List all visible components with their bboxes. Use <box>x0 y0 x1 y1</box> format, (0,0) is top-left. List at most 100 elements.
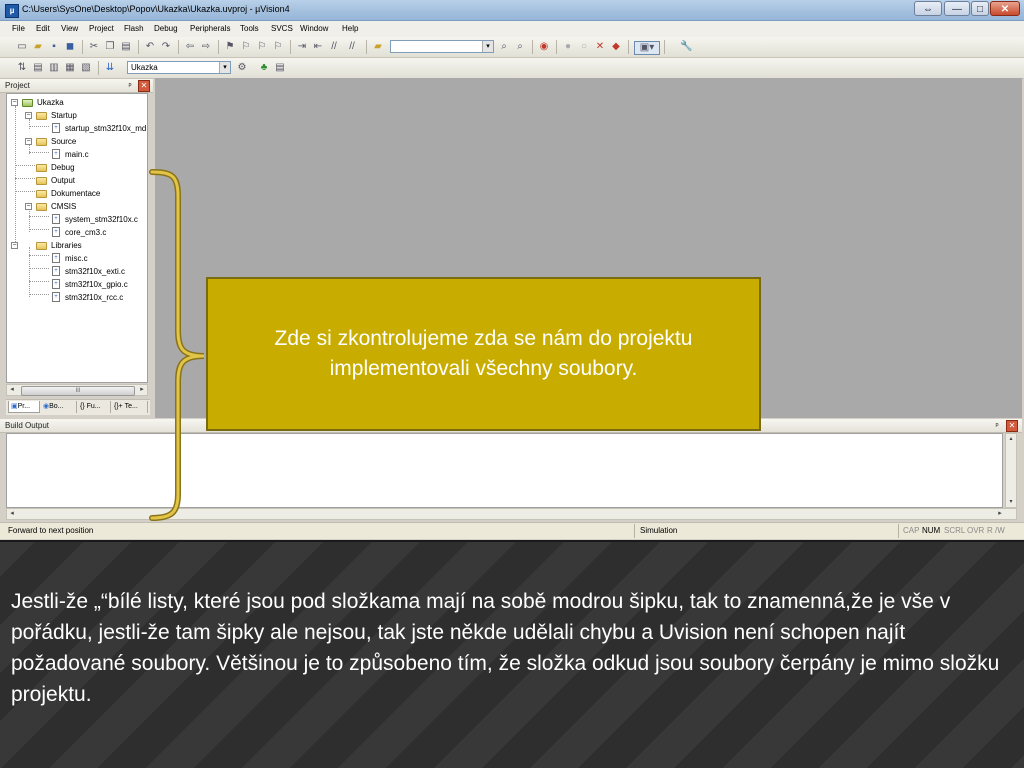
tree-node-folder[interactable]: Output <box>7 174 147 187</box>
tree-node-folder[interactable]: − Source <box>7 135 147 148</box>
close-button[interactable]: ✕ <box>990 1 1020 16</box>
build-output-close-icon[interactable]: ✕ <box>1006 420 1018 432</box>
find-icon[interactable]: ⌕ <box>498 41 510 53</box>
menu-help[interactable]: Help <box>342 24 358 33</box>
disable-all-breakpoints-icon[interactable]: ✕ <box>594 41 606 53</box>
collapse-icon[interactable]: − <box>25 112 32 119</box>
pin-icon[interactable]: ᵖ <box>992 420 1002 431</box>
kill-all-breakpoints-icon[interactable]: ◆ <box>610 41 622 53</box>
maximize-button[interactable]: □ <box>971 1 989 16</box>
incremental-find-icon[interactable]: ⌕ <box>514 41 526 53</box>
tree-node-file[interactable]: + system_stm32f10x.c <box>7 213 147 226</box>
uncomment-icon[interactable]: // <box>346 41 358 53</box>
tree-node-file[interactable]: + stm32f10x_gpio.c <box>7 278 147 291</box>
folder-open-icon <box>36 203 47 211</box>
callout-box: Zde si zkontrolujeme zda se nám do proje… <box>206 277 761 431</box>
scroll-right-icon[interactable]: ▸ <box>995 509 1005 519</box>
translate-icon[interactable]: ⇅ <box>16 62 28 74</box>
download-icon[interactable]: ⇊ <box>104 62 116 74</box>
project-panel-close-icon[interactable]: ✕ <box>138 80 150 92</box>
clear-bookmarks-icon[interactable]: ⚐ <box>272 41 284 53</box>
target-select[interactable]: Ukazka ▾ <box>127 61 231 74</box>
manage-components-icon[interactable]: ♣ <box>258 62 270 74</box>
target-dropdown-icon[interactable]: ▾ <box>219 62 230 73</box>
paste-icon[interactable]: ▤ <box>120 41 132 53</box>
pin-icon[interactable]: ᵖ <box>125 80 135 91</box>
save-all-icon[interactable]: ◼ <box>64 41 76 53</box>
tab-templates[interactable]: {}+ Te... <box>112 401 148 413</box>
next-bookmark-icon[interactable]: ⚐ <box>256 41 268 53</box>
breakpoint-icon[interactable]: ● <box>562 41 574 53</box>
comment-icon[interactable]: // <box>328 41 340 53</box>
menu-window[interactable]: Window <box>300 24 328 33</box>
indent-icon[interactable]: ⇥ <box>296 41 308 53</box>
tree-node-folder[interactable]: Dokumentace <box>7 187 147 200</box>
menu-peripherals[interactable]: Peripherals <box>190 24 230 33</box>
tab-functions[interactable]: {} Fu... <box>78 401 111 413</box>
tree-node-file[interactable]: + main.c <box>7 148 147 161</box>
configure-icon[interactable]: 🔧 <box>680 41 692 53</box>
open-folder-icon[interactable]: ▰ <box>32 41 44 53</box>
file-icon: + <box>52 266 60 276</box>
file-extensions-icon[interactable]: ▤ <box>274 62 286 74</box>
collapse-icon[interactable]: − <box>25 138 32 145</box>
tree-node-file[interactable]: + stm32f10x_exti.c <box>7 265 147 278</box>
prev-bookmark-icon[interactable]: ⚐ <box>240 41 252 53</box>
uvision-app-icon: µ <box>5 4 19 18</box>
breakpoint-disable-icon[interactable]: ○ <box>578 41 590 53</box>
tree-node-folder[interactable]: − Startup <box>7 109 147 122</box>
new-file-icon[interactable]: ▭ <box>16 41 28 53</box>
tree-node-file[interactable]: + core_cm3.c <box>7 226 147 239</box>
menu-flash[interactable]: Flash <box>124 24 144 33</box>
tree-node-root[interactable]: − Ukazka <box>7 96 147 109</box>
copy-icon[interactable]: ❐ <box>104 41 116 53</box>
redo-icon[interactable]: ↷ <box>160 41 172 53</box>
scroll-down-icon[interactable]: ▾ <box>1006 497 1016 507</box>
menu-file[interactable]: File <box>12 24 25 33</box>
tree-node-folder[interactable]: − Libraries <box>7 239 147 252</box>
tree-node-file[interactable]: + misc.c <box>7 252 147 265</box>
menu-svcs[interactable]: SVCS <box>271 24 293 33</box>
tab-books[interactable]: ◉Bo... <box>41 401 77 413</box>
save-icon[interactable]: ▪ <box>48 41 60 53</box>
unindent-icon[interactable]: ⇤ <box>312 41 324 53</box>
menu-project[interactable]: Project <box>89 24 114 33</box>
restore-button[interactable]: ⇔ <box>914 1 942 16</box>
tree-node-folder[interactable]: Debug <box>7 161 147 174</box>
tab-project[interactable]: ▣Pr... <box>8 401 40 413</box>
title-bar: µ C:\Users\SysOne\Desktop\Popov\Ukazka\U… <box>0 0 1024 21</box>
build-output-vscrollbar[interactable]: ▴ ▾ <box>1005 433 1017 508</box>
menu-tools[interactable]: Tools <box>240 24 259 33</box>
collapse-icon[interactable]: − <box>25 203 32 210</box>
tree-node-folder[interactable]: − CMSIS <box>7 200 147 213</box>
collapse-icon[interactable]: − <box>11 242 18 249</box>
tree-node-file[interactable]: + startup_stm32f10x_md.s <box>7 122 147 135</box>
cut-icon[interactable]: ✂ <box>88 41 100 53</box>
collapse-icon[interactable]: − <box>11 99 18 106</box>
stop-build-icon[interactable]: ▧ <box>80 62 92 74</box>
project-hscrollbar[interactable]: ◂ III ▸ <box>6 384 148 396</box>
tree-node-file[interactable]: + stm32f10x_rcc.c <box>7 291 147 304</box>
nav-back-icon[interactable]: ⇦ <box>184 41 196 53</box>
undo-icon[interactable]: ↶ <box>144 41 156 53</box>
nav-forward-icon[interactable]: ⇨ <box>200 41 212 53</box>
scroll-left-icon[interactable]: ◂ <box>7 385 17 395</box>
rebuild-icon[interactable]: ▥ <box>48 62 60 74</box>
minimize-button[interactable]: — <box>944 1 970 16</box>
window-layout-icon[interactable]: ▣▾ <box>634 41 660 55</box>
scroll-up-icon[interactable]: ▴ <box>1006 434 1016 444</box>
scroll-right-icon[interactable]: ▸ <box>137 385 147 395</box>
scroll-thumb[interactable]: III <box>21 386 135 396</box>
find-combo-dropdown-icon[interactable]: ▾ <box>482 41 493 52</box>
build-icon[interactable]: ▤ <box>32 62 44 74</box>
find-in-files-icon[interactable]: ▰ <box>372 41 384 53</box>
menu-view[interactable]: View <box>61 24 78 33</box>
target-options-icon[interactable]: ⚙ <box>236 62 248 74</box>
menu-debug[interactable]: Debug <box>154 24 178 33</box>
scroll-left-icon[interactable]: ◂ <box>7 509 17 519</box>
bookmark-icon[interactable]: ⚑ <box>224 41 236 53</box>
debug-start-icon[interactable]: ◉ <box>538 41 550 53</box>
menu-edit[interactable]: Edit <box>36 24 50 33</box>
find-combo[interactable]: ▾ <box>390 40 494 53</box>
batch-build-icon[interactable]: ▦ <box>64 62 76 74</box>
